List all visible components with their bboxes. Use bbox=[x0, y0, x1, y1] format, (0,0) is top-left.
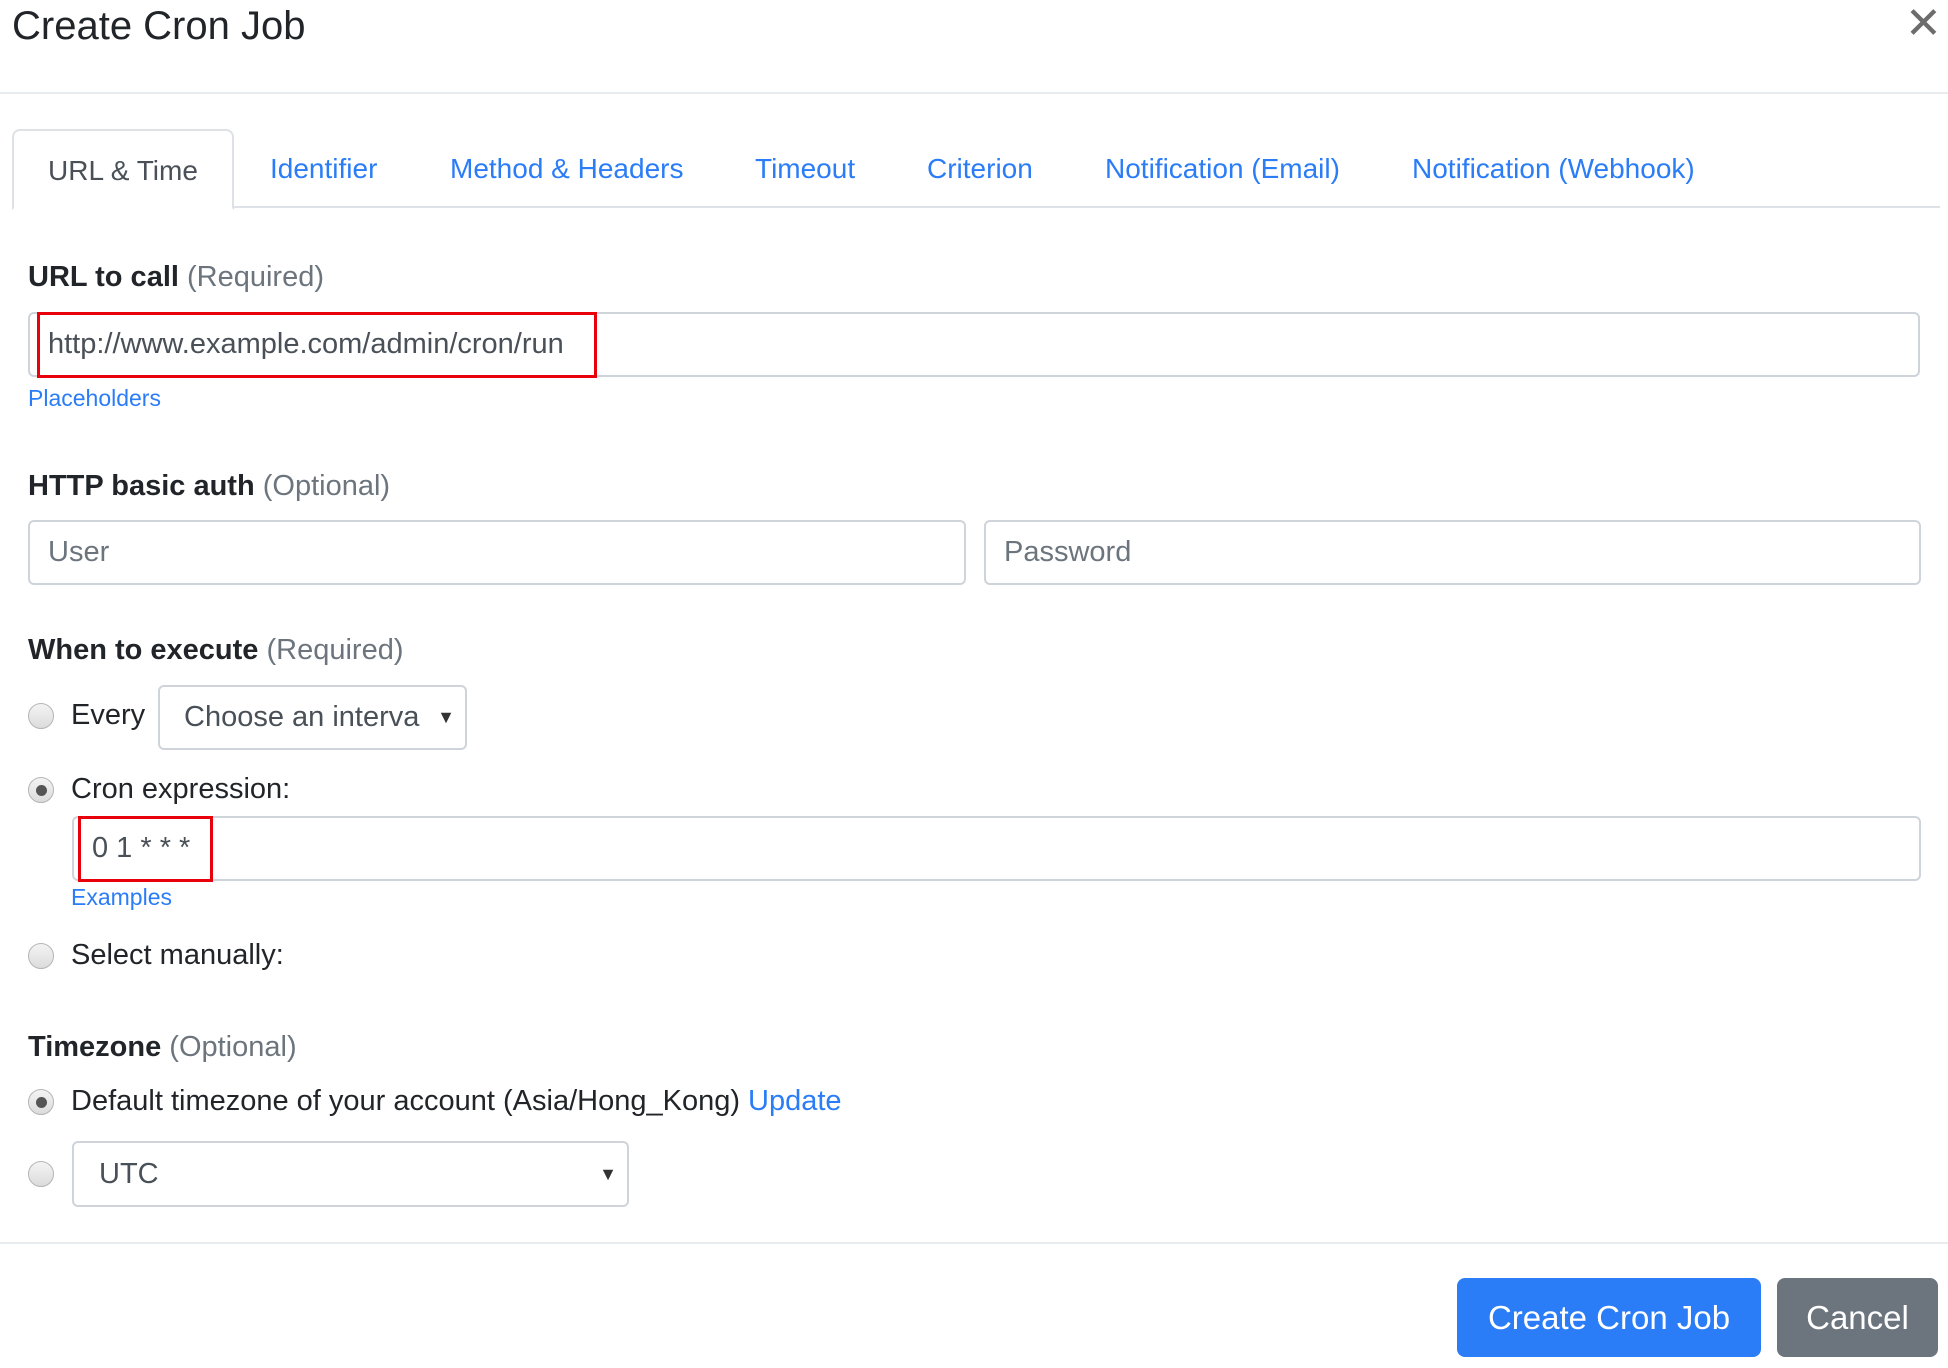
schedule-label: When to execute (Required) bbox=[28, 633, 404, 668]
tab-notification-email[interactable]: Notification (Email) bbox=[1105, 129, 1340, 208]
password-placeholder: Password bbox=[1004, 536, 1132, 568]
cron-label: Cron expression: bbox=[71, 773, 291, 805]
url-required-tag: (Required) bbox=[187, 261, 324, 293]
auth-optional-tag: (Optional) bbox=[262, 470, 391, 502]
interval-select[interactable]: Choose an interva ▼ bbox=[158, 685, 467, 750]
tab-identifier[interactable]: Identifier bbox=[270, 129, 377, 208]
update-timezone-link[interactable]: Update bbox=[748, 1085, 842, 1117]
cron-expression-input[interactable]: 0 1 * * * bbox=[72, 816, 1921, 881]
chevron-down-icon: ▼ bbox=[437, 707, 455, 727]
manual-radio[interactable] bbox=[28, 943, 54, 969]
tab-timeout[interactable]: Timeout bbox=[755, 129, 855, 208]
url-label: URL to call (Required) bbox=[28, 260, 324, 295]
cron-expression-value: 0 1 * * * bbox=[92, 832, 191, 864]
timezone-optional-tag: (Optional) bbox=[169, 1031, 297, 1063]
schedule-required-tag: (Required) bbox=[266, 634, 404, 666]
close-icon[interactable]: ✕ bbox=[1905, 2, 1942, 46]
auth-label: HTTP basic auth (Optional) bbox=[28, 469, 390, 504]
dialog-title: Create Cron Job bbox=[12, 4, 306, 48]
tab-criterion[interactable]: Criterion bbox=[927, 129, 1033, 208]
placeholders-link[interactable]: Placeholders bbox=[28, 385, 161, 412]
url-input[interactable]: http://www.example.com/admin/cron/run bbox=[28, 312, 1920, 377]
tab-bar: URL & Time Identifier Method & Headers T… bbox=[12, 129, 1940, 210]
tab-method-headers[interactable]: Method & Headers bbox=[450, 129, 683, 208]
timezone-label-text: Timezone bbox=[28, 1031, 162, 1063]
custom-timezone-radio[interactable] bbox=[28, 1161, 54, 1187]
default-timezone-radio[interactable] bbox=[28, 1089, 54, 1115]
tab-url-time[interactable]: URL & Time bbox=[12, 129, 234, 210]
chevron-down-icon: ▼ bbox=[599, 1163, 617, 1184]
interval-select-value: Choose an interva bbox=[184, 701, 420, 733]
create-cron-job-button[interactable]: Create Cron Job bbox=[1457, 1278, 1761, 1357]
tab-notification-webhook[interactable]: Notification (Webhook) bbox=[1412, 129, 1695, 208]
cron-radio[interactable] bbox=[28, 777, 54, 803]
timezone-select[interactable]: UTC ▼ bbox=[72, 1141, 629, 1207]
auth-label-text: HTTP basic auth bbox=[28, 470, 255, 502]
url-input-value: http://www.example.com/admin/cron/run bbox=[48, 328, 564, 360]
user-input[interactable]: User bbox=[28, 520, 966, 585]
cancel-button[interactable]: Cancel bbox=[1777, 1278, 1938, 1357]
url-label-text: URL to call bbox=[28, 261, 179, 293]
default-timezone-label: Default timezone of your account (Asia/H… bbox=[71, 1085, 740, 1117]
footer-divider bbox=[0, 1242, 1948, 1244]
user-placeholder: User bbox=[48, 536, 110, 568]
manual-label: Select manually: bbox=[71, 939, 284, 971]
timezone-label: Timezone (Optional) bbox=[28, 1030, 297, 1065]
default-timezone-option: Default timezone of your account (Asia/H… bbox=[71, 1085, 842, 1118]
password-input[interactable]: Password bbox=[984, 520, 1921, 585]
header-divider bbox=[0, 92, 1948, 94]
timezone-select-value: UTC bbox=[99, 1157, 159, 1190]
every-radio[interactable] bbox=[28, 703, 54, 729]
examples-link[interactable]: Examples bbox=[71, 884, 172, 911]
every-label: Every bbox=[71, 699, 146, 731]
schedule-label-text: When to execute bbox=[28, 634, 259, 666]
